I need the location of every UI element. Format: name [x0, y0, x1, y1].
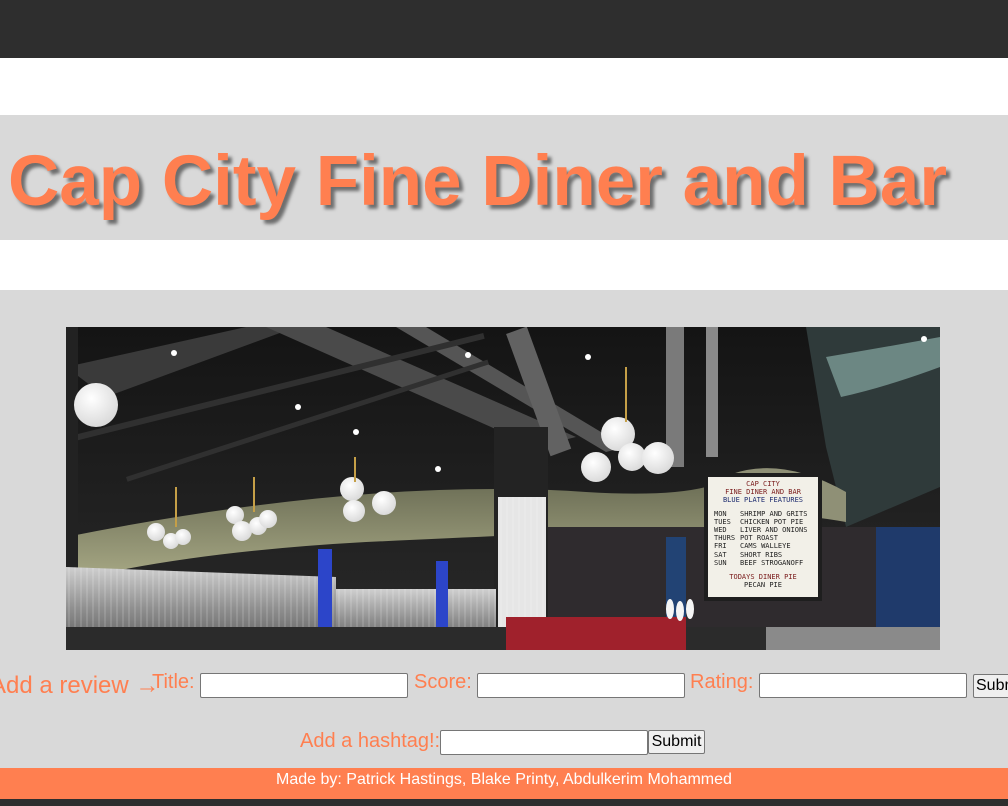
menu-row: MON SHRIMP AND GRITS: [714, 509, 808, 518]
rating-label: Rating:: [690, 671, 754, 693]
score-label: Score:: [414, 671, 472, 693]
menu-board-line3: BLUE PLATE FEATURES: [722, 496, 804, 505]
menu-row: THURS POT ROAST: [714, 534, 778, 543]
top-nav-bar: [0, 0, 1008, 58]
menu-row: SAT SHORT RIBS: [714, 550, 783, 559]
menu-board-line1: CAP CITY: [746, 480, 780, 488]
main-content: CAP CITY FINE DINER AND BAR BLUE PLATE F…: [0, 290, 1008, 768]
diner-interior-photo: CAP CITY FINE DINER AND BAR BLUE PLATE F…: [66, 327, 940, 650]
menu-row: SUN BEEF STROGANOFF: [714, 558, 804, 567]
menu-board-line2: FINE DINER AND BAR: [725, 488, 801, 497]
hashtag-label: Add a hashtag!:: [300, 730, 441, 752]
page-title: Cap City Fine Diner and Bar: [8, 142, 947, 221]
hashtag-submit-button[interactable]: Submit: [648, 730, 705, 754]
review-form: Add a review → Title: Score: Rating: Sub…: [0, 667, 1008, 703]
bottom-bar: [0, 799, 1008, 806]
menu-row: FRI CAMS WALLEYE: [714, 542, 791, 551]
title-label: Title:: [152, 671, 195, 693]
title-banner: Cap City Fine Diner and Bar: [0, 115, 1008, 240]
hashtag-form: Add a hashtag!: Submit: [0, 727, 1008, 757]
menu-row: WED LIVER AND ONIONS: [714, 526, 808, 535]
menu-board-pie: PECAN PIE: [744, 581, 782, 590]
footer: Made by: Patrick Hastings, Blake Printy,…: [0, 768, 1008, 799]
rating-input[interactable]: [759, 673, 967, 698]
review-lead-text: Add a review →: [0, 672, 160, 699]
footer-credits: Made by: Patrick Hastings, Blake Printy,…: [276, 771, 732, 788]
menu-board: CAP CITY FINE DINER AND BAR BLUE PLATE F…: [708, 480, 818, 597]
hashtag-input[interactable]: [440, 730, 648, 755]
title-input[interactable]: [200, 673, 408, 698]
review-submit-button[interactable]: Submit: [973, 674, 1008, 698]
score-input[interactable]: [477, 673, 685, 698]
menu-row: TUES CHICKEN POT PIE: [714, 517, 804, 526]
menu-board-pie-heading: TODAYS DINER PIE: [729, 573, 797, 582]
